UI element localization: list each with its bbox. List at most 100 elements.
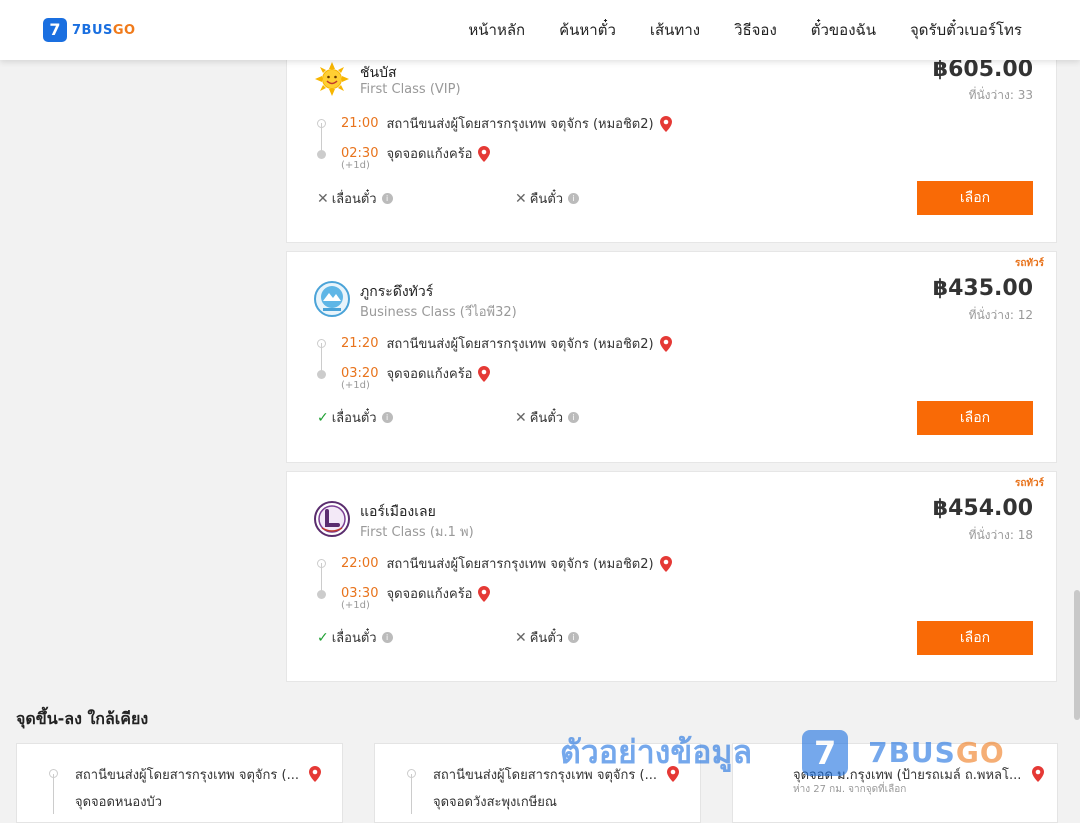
bus-class: First Class (VIP) [360,82,461,97]
top-header: 7 7BUSGO หน้าหลัก ค้นหาตั๋ว เส้นทาง วิธี… [0,0,1080,60]
trip-card: ชันบัส First Class (VIP) ฿605.00 ที่นั่ง… [286,50,1057,243]
arrive-place: จุดจอดแก้งคร้อ [386,367,473,382]
reschedule-label: เลื่อนตั๋ว [331,631,377,646]
cross-icon: ✕ [317,190,329,207]
trip-card: รถทัวร์ ภูกระดึงทัวร์ Business Class (วี… [286,251,1057,463]
trip-price: ฿605.00 [932,57,1033,82]
depart-time: 22:00 [341,556,379,571]
refund-policy[interactable]: ✕ คืนตั๋ว i [515,627,580,648]
arrive-place: จุดจอดแก้งคร้อ [386,587,473,602]
nav-search-ticket[interactable]: ค้นหาตั๋ว [559,18,616,42]
depart-row: 21:20 สถานีขนส่งผู้โดยสารกรุงเทพ จตุจักร… [341,333,672,354]
map-pin-icon[interactable] [478,365,491,382]
route-timeline: 21:20 สถานีขนส่งผู้โดยสารกรุงเทพ จตุจักร… [314,333,834,413]
operator-name: แอร์เมืองเลย [360,504,436,520]
operator-name: ชันบัส [360,65,397,81]
map-pin-icon[interactable] [478,145,491,162]
timeline-line [321,343,322,373]
day-offset: (+1d) [341,160,370,171]
nav-ticket-pickup-contacts[interactable]: จุดรับตั๋วเบอร์โทร [910,18,1022,42]
day-offset: (+1d) [341,600,370,611]
cross-icon: ✕ [515,409,527,426]
select-trip-button[interactable]: เลือก [917,401,1033,435]
depart-place: สถานีขนส่งผู้โดยสารกรุงเทพ จตุจักร (หมอช… [386,337,654,352]
logo-text-prefix: 7BUS [72,22,113,38]
nav-my-tickets[interactable]: ตั๋วของฉัน [811,18,876,42]
map-pin-icon[interactable] [659,555,672,572]
info-icon[interactable]: i [381,632,393,643]
map-pin-icon[interactable] [667,766,680,782]
sun-logo-icon [315,62,349,96]
nav-routes[interactable]: เส้นทาง [650,18,700,42]
depart-place: สถานีขนส่งผู้โดยสารกรุงเทพ จตุจักร (หมอช… [386,557,654,572]
seats-available: ที่นั่งว่าง: 33 [968,88,1033,102]
trip-card: รถทัวร์ แอร์เมืองเลย First Class (ม.1 พ)… [286,471,1057,682]
bus-class: Business Class (วีไอพี32) [360,305,517,320]
arrive-place: จุดจอดแก้งคร้อ [386,147,473,162]
depart-time: 21:20 [341,336,379,351]
nav-home[interactable]: หน้าหลัก [468,18,525,42]
map-pin-icon[interactable] [478,585,491,602]
refund-label: คืนตั๋ว [529,631,564,646]
nearby-to-label: จุดจอดวังสะพุงเกษียณ [433,795,557,810]
info-icon[interactable]: i [568,193,580,204]
depart-time: 21:00 [341,116,379,131]
nav-how-to-book[interactable]: วิธีจอง [734,18,777,42]
nearby-stop-card[interactable]: จุดจอด ม.กรุงเทพ (ป้ายรถเมล์ ถ.พหลโ... ห… [732,743,1058,823]
nearby-from-label: สถานีขนส่งผู้โดยสารกรุงเทพ จตุจักร (... [433,768,657,783]
info-icon[interactable]: i [381,193,393,204]
depart-place: สถานีขนส่งผู้โดยสารกรุงเทพ จตุจักร (หมอช… [386,117,654,132]
arrive-time: 02:30 [341,146,379,161]
reschedule-policy[interactable]: ✓ เลื่อนตั๋ว i [317,407,393,428]
arrive-time: 03:30 [341,586,379,601]
nearby-distance: ห่าง 27 กม. จากจุดที่เลือก [793,784,907,795]
refund-policy[interactable]: ✕ คืนตั๋ว i [515,188,580,209]
nearby-stop-card[interactable]: สถานีขนส่งผู้โดยสารกรุงเทพ จตุจักร (... … [374,743,701,823]
main-nav: หน้าหลัก ค้นหาตั๋ว เส้นทาง วิธีจอง ตั๋วข… [434,0,1022,60]
nearby-from: สถานีขนส่งผู้โดยสารกรุงเทพ จตุจักร (... [75,764,322,785]
map-pin-icon[interactable] [659,335,672,352]
arrive-dot [317,590,326,599]
route-timeline: 21:00 สถานีขนส่งผู้โดยสารกรุงเทพ จตุจักร… [314,113,834,193]
day-offset: (+1d) [341,380,370,391]
reschedule-policy[interactable]: ✕ เลื่อนตั๋ว i [317,188,393,209]
nearby-to: จุดจอดวังสะพุงเกษียณ [433,791,557,812]
nearby-from: สถานีขนส่งผู้โดยสารกรุงเทพ จตุจักร (... [433,764,680,785]
refund-policy[interactable]: ✕ คืนตั๋ว i [515,407,580,428]
reschedule-label: เลื่อนตั๋ว [331,411,377,426]
seats-available: ที่นั่งว่าง: 12 [968,308,1033,322]
timeline-line [321,563,322,593]
refund-label: คืนตั๋ว [529,192,564,207]
arrive-time: 03:20 [341,366,379,381]
bus-class: First Class (ม.1 พ) [360,525,474,540]
airmuangloei-logo-icon [314,501,350,537]
tour-bus-tag: รถทัวร์ [1014,258,1044,269]
nearby-from-label: จุดจอด ม.กรุงเทพ (ป้ายรถเมล์ ถ.พหลโ... [793,768,1022,783]
seats-available: ที่นั่งว่าง: 18 [968,528,1033,542]
arrive-dot [317,150,326,159]
reschedule-policy[interactable]: ✓ เลื่อนตั๋ว i [317,627,393,648]
refund-label: คืนตั๋ว [529,411,564,426]
tour-bus-tag: รถทัวร์ [1014,478,1044,489]
site-logo[interactable]: 7 7BUSGO [43,18,136,42]
nearby-stops-title: จุดขึ้น-ลง ใกล้เคียง [16,709,149,728]
info-icon[interactable]: i [381,412,393,423]
phukradueng-logo-icon [314,281,350,317]
map-pin-icon[interactable] [309,766,322,782]
arrive-dot [317,370,326,379]
info-icon[interactable]: i [568,412,580,423]
nearby-stop-card[interactable]: สถานีขนส่งผู้โดยสารกรุงเทพ จตุจักร (... … [16,743,343,823]
info-icon[interactable]: i [568,632,580,643]
select-trip-button[interactable]: เลือก [917,621,1033,655]
map-pin-icon[interactable] [659,115,672,132]
nearby-to-label: จุดจอดหนองบัว [75,795,163,810]
page-scrollbar[interactable] [1074,590,1080,720]
select-trip-button[interactable]: เลือก [917,181,1033,215]
depart-row: 21:00 สถานีขนส่งผู้โดยสารกรุงเทพ จตุจักร… [341,113,672,134]
reschedule-label: เลื่อนตั๋ว [331,192,377,207]
timeline-line [321,123,322,153]
map-pin-icon[interactable] [1031,766,1044,782]
logo-text: 7BUSGO [72,23,136,38]
route-line [53,774,54,814]
nearby-from-label: สถานีขนส่งผู้โดยสารกรุงเทพ จตุจักร (... [75,768,299,783]
